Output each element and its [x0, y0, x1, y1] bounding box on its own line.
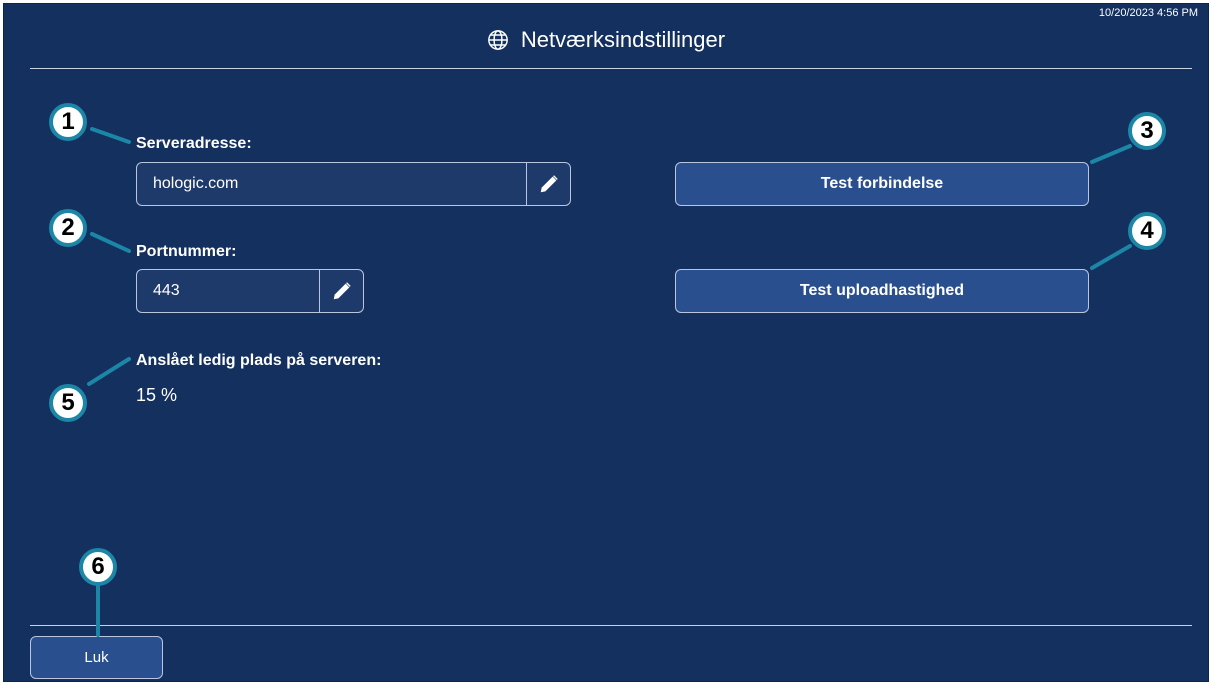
callout-2-badge: 2: [49, 209, 87, 247]
callout-6-badge: 6: [79, 548, 117, 586]
callout-leader-lines: [87, 127, 1132, 637]
callout-3-leader: [1090, 144, 1132, 164]
callout-5-leader: [87, 357, 131, 386]
callout-5-badge: 5: [49, 384, 87, 422]
callout-4-badge: 4: [1128, 212, 1166, 250]
callout-3-badge: 3: [1128, 112, 1166, 150]
callout-1-badge: 1: [49, 103, 87, 141]
callout-1-leader: [90, 127, 131, 144]
network-settings-screen: 10/20/2023 4:56 PM Netværksindstillinger…: [3, 3, 1209, 682]
callout-4-leader: [1090, 244, 1132, 270]
callout-2-leader: [90, 232, 131, 253]
